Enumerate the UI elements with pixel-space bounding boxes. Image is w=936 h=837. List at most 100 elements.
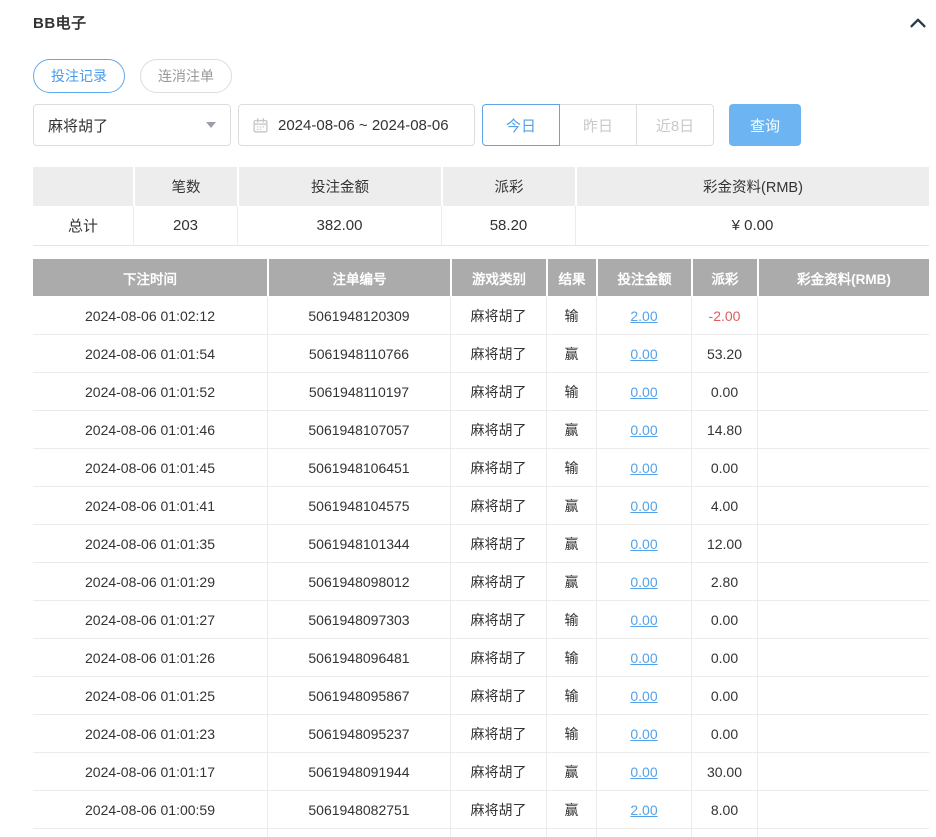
bet-amount-cell: 2.00	[596, 829, 691, 837]
game-select[interactable]: 麻将胡了	[33, 104, 231, 146]
bet-amount-link[interactable]: 2.00	[630, 308, 657, 324]
bet-time-cell: 2024-08-06 01:01:29	[33, 563, 267, 600]
chevron-up-icon	[907, 18, 929, 38]
summary-total-count: 203	[133, 206, 237, 246]
bet-time-cell: 2024-08-06 01:01:52	[33, 373, 267, 410]
bet-amount-link[interactable]: 0.00	[630, 688, 657, 704]
payout-cell: 0.00	[691, 601, 757, 638]
table-row: 2024-08-06 01:01:29 5061948098012 麻将胡了 赢…	[33, 563, 929, 601]
jackpot-cell	[757, 753, 929, 790]
jackpot-cell	[757, 677, 929, 714]
payout-cell: 2.80	[691, 563, 757, 600]
summary-header-bet-amount: 投注金额	[237, 167, 441, 206]
order-number-cell: 5061948106451	[267, 449, 450, 486]
bet-amount-link[interactable]: 0.00	[630, 422, 657, 438]
payout-cell: 30.00	[691, 753, 757, 790]
game-category-cell: 麻将胡了	[450, 563, 546, 600]
collapse-panel-button[interactable]	[907, 12, 936, 34]
bet-amount-cell: 0.00	[596, 525, 691, 562]
table-row: 2024-08-06 01:01:25 5061948095867 麻将胡了 输…	[33, 677, 929, 715]
bet-time-cell: 2024-08-06 01:01:23	[33, 715, 267, 752]
bet-amount-link[interactable]: 0.00	[630, 574, 657, 590]
bet-amount-link[interactable]: 0.00	[630, 764, 657, 780]
bet-amount-cell: 0.00	[596, 715, 691, 752]
record-type-tabs: 投注记录 连消注单	[33, 59, 936, 93]
bet-time-cell: 2024-08-06 01:01:26	[33, 639, 267, 676]
summary-header-payout: 派彩	[441, 167, 575, 206]
summary-total-bet-amount: 382.00	[237, 206, 441, 246]
bet-amount-link[interactable]: 0.00	[630, 612, 657, 628]
records-header-jackpot: 彩金资料(RMB)	[757, 259, 929, 296]
summary-header-count: 笔数	[133, 167, 237, 206]
result-cell: 赢	[546, 563, 596, 600]
bet-time-cell: 2024-08-06 01:00:59	[33, 791, 267, 828]
table-row: 2024-08-06 01:01:46 5061948107057 麻将胡了 赢…	[33, 411, 929, 449]
query-button[interactable]: 查询	[729, 104, 801, 146]
records-header-game: 游戏类别	[450, 259, 546, 296]
game-category-cell: 麻将胡了	[450, 411, 546, 448]
result-cell: 输	[546, 297, 596, 334]
summary-table: 笔数 投注金额 派彩 彩金资料(RMB) 总计 203 382.00 58.20…	[33, 167, 929, 246]
bet-amount-link[interactable]: 0.00	[630, 346, 657, 362]
bet-amount-link[interactable]: 0.00	[630, 460, 657, 476]
last-8-days-button[interactable]: 近8日	[636, 104, 714, 146]
result-cell: 输	[546, 715, 596, 752]
tab-betting-records[interactable]: 投注记录	[33, 59, 125, 93]
order-number-cell: 5061948110766	[267, 335, 450, 372]
bet-amount-cell: 0.00	[596, 639, 691, 676]
bet-time-cell: 2024-08-06 01:01:25	[33, 677, 267, 714]
order-number-cell: 5061948101344	[267, 525, 450, 562]
order-number-cell: 5061948095867	[267, 677, 450, 714]
jackpot-cell	[757, 297, 929, 334]
jackpot-cell	[757, 791, 929, 828]
date-range-picker[interactable]: 2024-08-06 ~ 2024-08-06	[238, 104, 475, 146]
payout-cell: 0.00	[691, 677, 757, 714]
table-row: 2024-08-06 01:01:41 5061948104575 麻将胡了 赢…	[33, 487, 929, 525]
today-button[interactable]: 今日	[482, 104, 560, 146]
summary-total-label: 总计	[33, 206, 133, 246]
result-cell: 输	[546, 639, 596, 676]
payout-cell: 0.00	[691, 715, 757, 752]
result-cell: 赢	[546, 791, 596, 828]
bet-amount-cell: 0.00	[596, 449, 691, 486]
result-cell: 输	[546, 373, 596, 410]
order-number-cell: 5061948096481	[267, 639, 450, 676]
betting-records-panel: BB电子 投注记录 连消注单 麻将胡了 2024-08-06 ~ 2024-08…	[0, 0, 936, 837]
bet-amount-link[interactable]: 0.00	[630, 498, 657, 514]
bet-amount-cell: 0.00	[596, 487, 691, 524]
summary-total-payout: 58.20	[441, 206, 575, 246]
payout-cell: -2.00	[691, 297, 757, 334]
bet-amount-link[interactable]: 2.00	[630, 802, 657, 818]
bet-time-cell: 2024-08-06 01:01:17	[33, 753, 267, 790]
game-category-cell: 麻将胡了	[450, 829, 546, 837]
bet-amount-link[interactable]: 0.00	[630, 384, 657, 400]
chevron-down-icon	[206, 122, 216, 128]
tab-cancelled-orders[interactable]: 连消注单	[140, 59, 232, 93]
bet-amount-link[interactable]: 0.00	[630, 726, 657, 742]
bet-amount-link[interactable]: 0.00	[630, 536, 657, 552]
bet-time-cell: 2024-08-06 01:01:45	[33, 449, 267, 486]
payout-cell: 53.20	[691, 335, 757, 372]
bet-amount-cell: 0.00	[596, 601, 691, 638]
records-header-result: 结果	[546, 259, 596, 296]
game-category-cell: 麻将胡了	[450, 297, 546, 334]
bet-amount-cell: 0.00	[596, 335, 691, 372]
jackpot-cell	[757, 373, 929, 410]
bet-amount-cell: 0.00	[596, 563, 691, 600]
bet-amount-link[interactable]: 0.00	[630, 650, 657, 666]
calendar-icon	[252, 117, 269, 134]
order-number-cell: 5061947508134	[267, 829, 450, 837]
records-header-payout: 派彩	[691, 259, 757, 296]
game-category-cell: 麻将胡了	[450, 601, 546, 638]
order-number-cell: 5061948097303	[267, 601, 450, 638]
yesterday-button[interactable]: 昨日	[559, 104, 637, 146]
result-cell: 输	[546, 601, 596, 638]
bet-amount-cell: 0.00	[596, 411, 691, 448]
records-header-order-no: 注单编号	[267, 259, 450, 296]
summary-total-row: 总计 203 382.00 58.20 ¥ 0.00	[33, 206, 929, 246]
result-cell: 输	[546, 449, 596, 486]
game-category-cell: 麻将胡了	[450, 373, 546, 410]
table-row: 2024-08-06 01:01:54 5061948110766 麻将胡了 赢…	[33, 335, 929, 373]
bet-time-cell: 2024-08-06 01:02:12	[33, 297, 267, 334]
payout-cell: 0.00	[691, 449, 757, 486]
